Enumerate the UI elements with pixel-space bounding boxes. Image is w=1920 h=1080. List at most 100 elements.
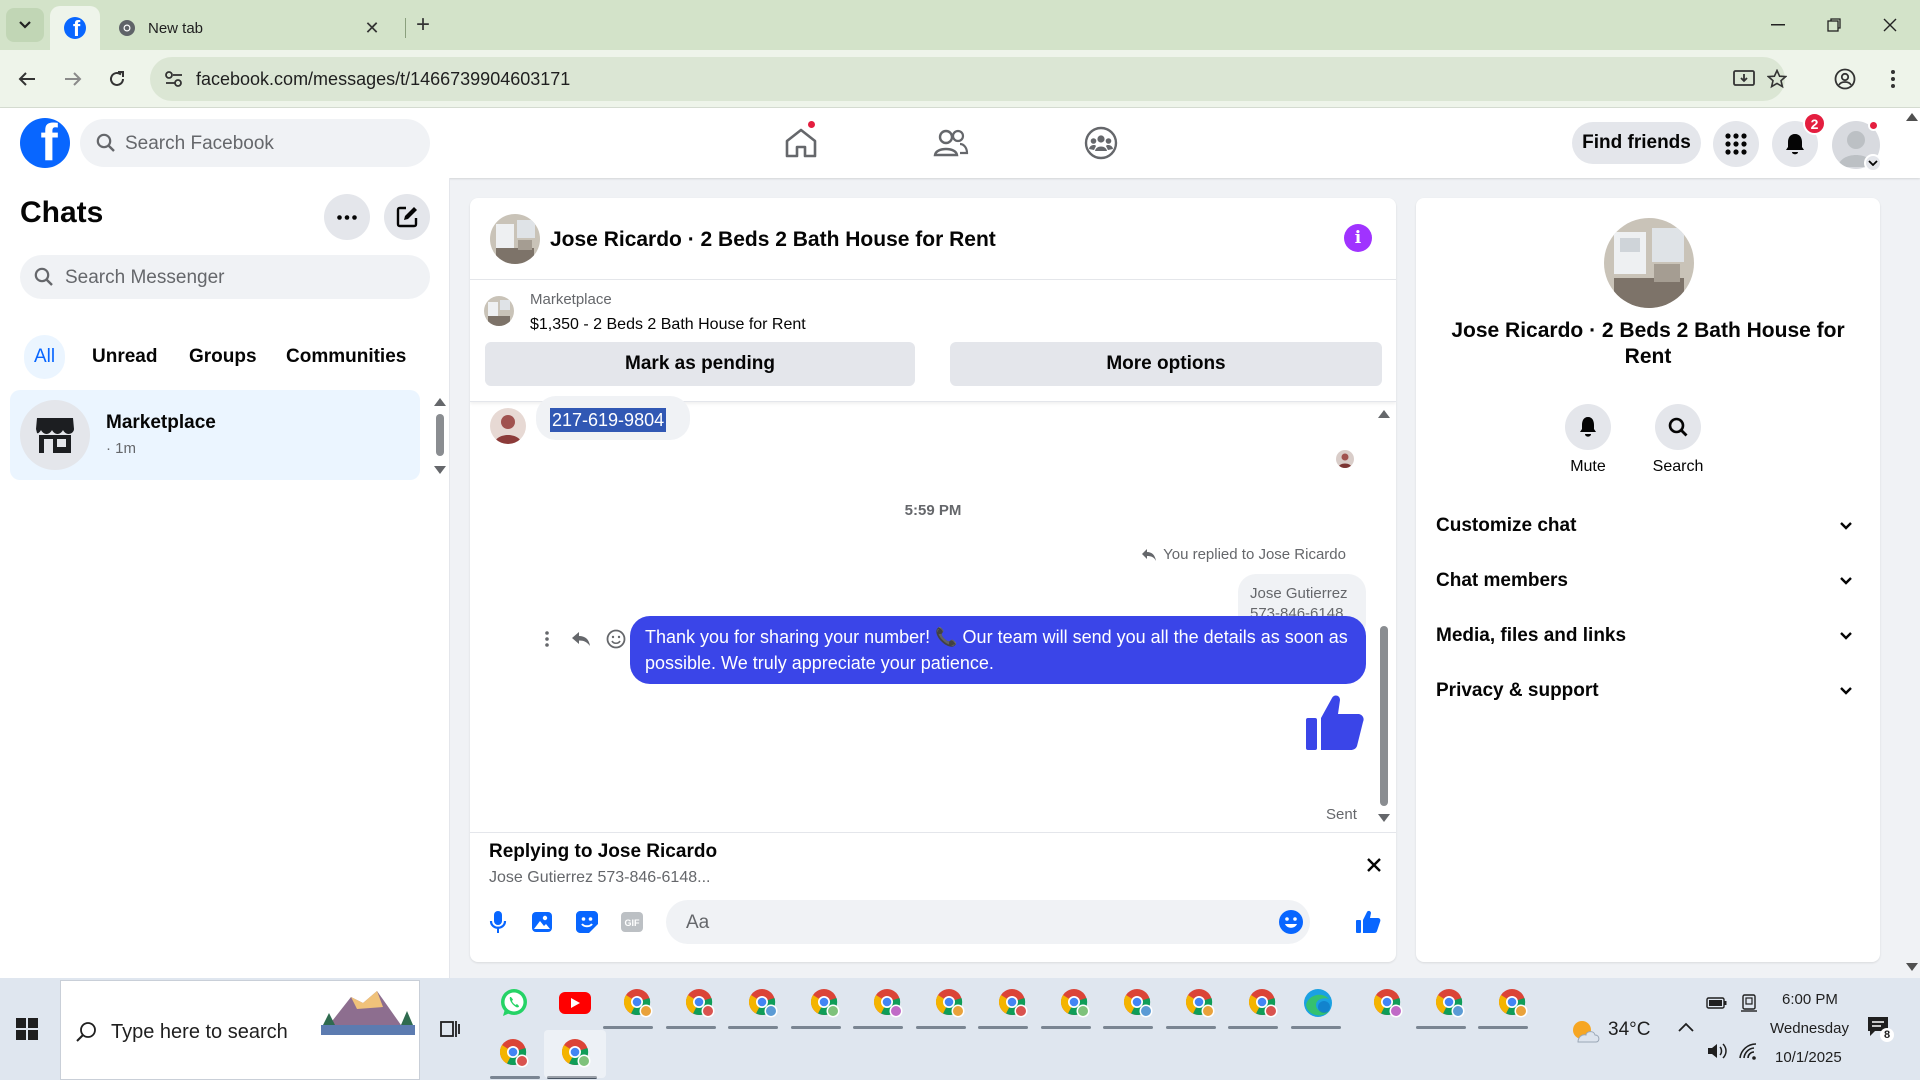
volume-icon[interactable] <box>1706 1042 1728 1060</box>
customize-chat-section[interactable]: Customize chat <box>1436 504 1860 548</box>
message-more-actions[interactable] <box>534 626 560 652</box>
tab-search-button[interactable] <box>6 8 44 42</box>
tab-facebook[interactable]: f <box>50 6 100 50</box>
thread-scroll-up-arrow[interactable] <box>1378 410 1390 418</box>
outgoing-message-bubble[interactable]: Thank you for sharing your number! 📞 Our… <box>630 616 1366 684</box>
chats-scroll-up-arrow[interactable] <box>434 398 446 406</box>
like-sticker[interactable] <box>1304 692 1366 754</box>
nav-friends[interactable] <box>896 120 1006 166</box>
chrome-profile-taskbar-icon[interactable] <box>870 985 906 1021</box>
attach-photo-button[interactable] <box>528 908 556 936</box>
device-icon[interactable] <box>1740 994 1758 1012</box>
sender-avatar[interactable] <box>490 408 526 444</box>
youtube-taskbar-icon[interactable] <box>557 985 593 1021</box>
sticker-button[interactable] <box>573 908 601 936</box>
weather-icon[interactable] <box>1570 1018 1600 1044</box>
chrome-profile-taskbar-icon[interactable] <box>932 985 968 1021</box>
facebook-search-input[interactable]: Search Facebook <box>80 119 430 167</box>
send-like-button[interactable] <box>1354 908 1382 936</box>
back-button[interactable] <box>10 62 44 96</box>
chrome-profile-taskbar-icon[interactable] <box>1370 985 1406 1021</box>
media-files-links-section[interactable]: Media, files and links <box>1436 614 1860 658</box>
clock-time[interactable]: 6:00 PM <box>1782 991 1838 1008</box>
thread-scroll-down-arrow[interactable] <box>1378 814 1390 822</box>
mute-action[interactable]: Mute <box>1548 404 1628 476</box>
privacy-support-section[interactable]: Privacy & support <box>1436 669 1860 713</box>
show-hidden-icons-button[interactable] <box>1678 1022 1694 1032</box>
chrome-profile-taskbar-icon[interactable] <box>807 985 843 1021</box>
filter-communities[interactable]: Communities <box>276 335 416 379</box>
message-react-action[interactable] <box>603 626 629 652</box>
find-friends-button[interactable]: Find friends <box>1572 122 1701 164</box>
emoji-picker-button[interactable] <box>1278 909 1304 935</box>
install-app-icon[interactable] <box>1732 67 1756 91</box>
site-info-icon[interactable] <box>162 67 186 91</box>
close-window-button[interactable] <box>1867 8 1913 42</box>
taskbar-search-box[interactable]: Type here to search <box>60 980 420 1080</box>
clock-date[interactable]: 10/1/2025 <box>1775 1049 1842 1066</box>
conversation-avatar[interactable] <box>490 214 540 264</box>
page-scroll-up-arrow[interactable] <box>1906 113 1918 121</box>
chrome-profile-taskbar-icon[interactable] <box>1120 985 1156 1021</box>
address-bar[interactable]: facebook.com/messages/t/1466739904603171 <box>150 57 1787 101</box>
forward-button[interactable] <box>56 62 90 96</box>
start-button[interactable] <box>16 1018 38 1040</box>
details-avatar[interactable] <box>1604 218 1694 308</box>
search-in-conversation-action[interactable]: Search <box>1638 404 1718 476</box>
chrome-profile-taskbar-icon[interactable] <box>1182 985 1218 1021</box>
wifi-icon[interactable] <box>1738 1042 1758 1060</box>
nav-groups[interactable] <box>1046 120 1156 166</box>
gif-button[interactable]: GIF <box>618 908 646 936</box>
more-options-button[interactable]: More options <box>950 342 1382 386</box>
browser-menu-button[interactable] <box>1876 62 1910 96</box>
chat-members-section[interactable]: Chat members <box>1436 559 1860 603</box>
mark-as-pending-button[interactable]: Mark as pending <box>485 342 915 386</box>
account-chevron[interactable] <box>1864 154 1882 172</box>
weather-temperature[interactable]: 34°C <box>1608 1019 1650 1041</box>
filter-groups[interactable]: Groups <box>179 335 267 379</box>
reload-button[interactable] <box>100 62 134 96</box>
action-center-button[interactable]: 8 <box>1866 1014 1894 1042</box>
chrome-profile-taskbar-icon[interactable] <box>620 985 656 1021</box>
chats-scrollbar-thumb[interactable] <box>436 414 444 456</box>
message-input[interactable]: Aa <box>666 900 1310 944</box>
chrome-profile-taskbar-icon[interactable] <box>558 1035 594 1071</box>
chrome-profile-taskbar-icon[interactable] <box>995 985 1031 1021</box>
nav-home[interactable] <box>746 119 856 166</box>
chats-scroll-down-arrow[interactable] <box>434 466 446 474</box>
profile-button[interactable] <box>1828 62 1862 96</box>
filter-all[interactable]: All <box>24 335 66 379</box>
chrome-profile-taskbar-icon[interactable] <box>745 985 781 1021</box>
listing-title[interactable]: $1,350 - 2 Beds 2 Bath House for Rent <box>530 316 806 334</box>
facebook-logo[interactable]: f <box>20 118 70 168</box>
incoming-message-bubble[interactable]: 217-619-9804 <box>536 396 690 440</box>
message-reply-action[interactable] <box>568 626 594 652</box>
new-tab-button[interactable]: + <box>410 11 436 38</box>
chrome-profile-taskbar-icon[interactable] <box>1057 985 1093 1021</box>
filter-unread[interactable]: Unread <box>82 335 167 379</box>
chrome-profile-taskbar-icon[interactable] <box>682 985 718 1021</box>
chrome-profile-taskbar-icon[interactable] <box>1245 985 1281 1021</box>
messenger-search-input[interactable]: Search Messenger <box>20 255 430 299</box>
minimize-button[interactable] <box>1755 8 1801 42</box>
battery-icon[interactable] <box>1706 996 1728 1010</box>
clock-day[interactable]: Wednesday <box>1770 1020 1849 1037</box>
thread-scrollbar-thumb[interactable] <box>1380 626 1388 806</box>
conversation-info-button[interactable]: i <box>1344 224 1372 252</box>
chat-list-item[interactable]: Marketplace · 1m <box>10 390 420 480</box>
bookmark-star-icon[interactable] <box>1765 67 1789 91</box>
task-view-button[interactable] <box>438 1018 460 1040</box>
tab-close-icon[interactable]: ✕ <box>362 18 382 38</box>
cancel-reply-button[interactable] <box>1362 853 1386 877</box>
chrome-profile-taskbar-icon[interactable] <box>496 1035 532 1071</box>
page-scroll-down-arrow[interactable] <box>1906 963 1918 971</box>
whatsapp-taskbar-icon[interactable] <box>496 985 532 1021</box>
new-message-button[interactable] <box>384 194 430 240</box>
tab-new-tab[interactable]: New tab ✕ <box>104 6 396 50</box>
chrome-profile-taskbar-icon[interactable] <box>1432 985 1468 1021</box>
chrome-profile-taskbar-icon[interactable] <box>1495 985 1531 1021</box>
edge-taskbar-icon[interactable] <box>1300 985 1336 1021</box>
restore-button[interactable] <box>1811 8 1857 42</box>
voice-clip-button[interactable] <box>484 908 512 936</box>
listing-thumbnail[interactable] <box>484 296 514 326</box>
